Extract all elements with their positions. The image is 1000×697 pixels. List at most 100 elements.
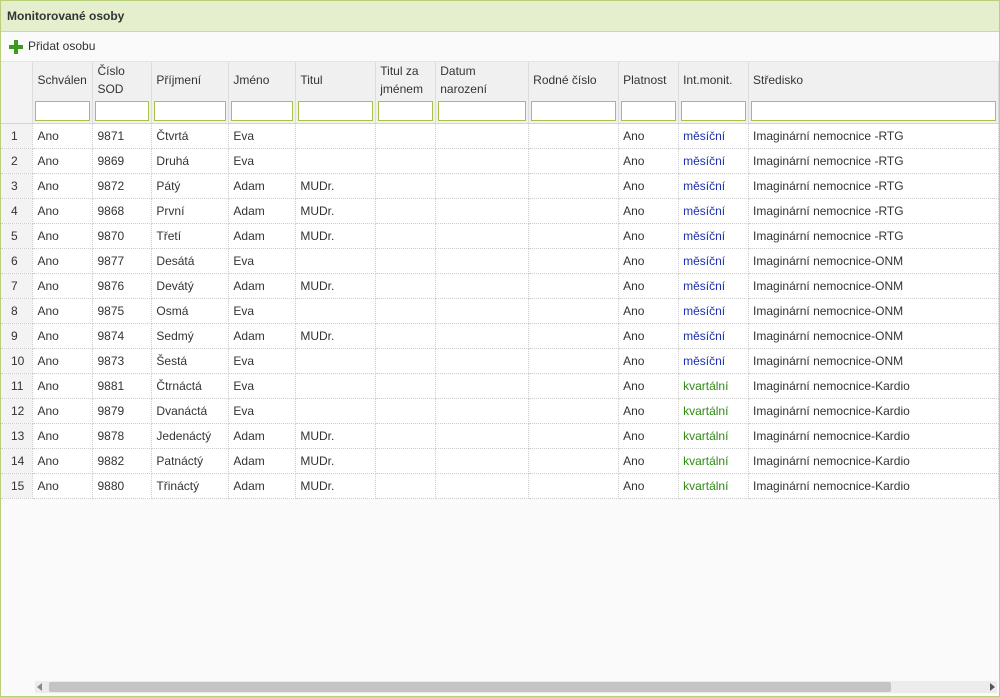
table-row[interactable]: 13 Ano 9878 Jedenáctý Adam MUDr. Ano kvartální I… bbox=[1, 423, 999, 449]
scroll-left-icon[interactable] bbox=[37, 683, 42, 691]
filter-approved-input[interactable] bbox=[35, 100, 91, 121]
table-row[interactable]: 12 Ano 9879 Dvanáctá Eva Ano kvartální Imaginár… bbox=[1, 398, 999, 424]
table-row[interactable]: 14 Ano 9882 Patnáctý Adam MUDr. Ano kvartální Im… bbox=[1, 448, 999, 474]
surname-cell: Třináctý bbox=[151, 473, 230, 499]
center-cell: Imaginární nemocnice-Kardio bbox=[748, 473, 999, 499]
center-cell: Imaginární nemocnice-Kardio bbox=[748, 423, 999, 449]
birthdate-cell bbox=[435, 298, 530, 324]
filter-cell bbox=[228, 98, 297, 124]
birthdate-cell bbox=[435, 348, 530, 374]
filter-sod-input[interactable] bbox=[95, 100, 150, 121]
validity-cell: Ano bbox=[618, 248, 680, 274]
birth-number-cell bbox=[528, 423, 620, 449]
horizontal-scrollbar[interactable] bbox=[35, 681, 997, 693]
sod-cell: 9880 bbox=[92, 473, 153, 499]
table-row[interactable]: 9 Ano 9874 Sedmý Adam MUDr. Ano měsíční Imaginár… bbox=[1, 323, 999, 349]
table-row[interactable]: 1 Ano 9871 Čtvrtá Eva Ano měsíční Imaginární ne… bbox=[1, 123, 999, 149]
filter-interval-input[interactable] bbox=[681, 100, 747, 121]
table-row[interactable]: 3 Ano 9872 Pátý Adam MUDr. Ano měsíční Imaginárn… bbox=[1, 173, 999, 199]
column-header[interactable]: Titul bbox=[295, 62, 377, 98]
center-cell: Imaginární nemocnice -RTG bbox=[748, 173, 999, 199]
birth-number-cell bbox=[528, 123, 620, 149]
filter-cell bbox=[528, 98, 620, 124]
birth-number-cell bbox=[528, 198, 620, 224]
column-header[interactable]: Datum narození bbox=[435, 62, 530, 98]
sod-cell: 9870 bbox=[92, 223, 153, 249]
filter-surname-input[interactable] bbox=[154, 100, 227, 121]
surname-cell: Čtrnáctá bbox=[151, 373, 230, 399]
persons-grid: Schválen Číslo SOD Příjmení Jméno Titul … bbox=[1, 62, 999, 680]
filter-title-after-input[interactable] bbox=[378, 100, 434, 121]
name-cell: Adam bbox=[228, 198, 297, 224]
interval-cell: měsíční bbox=[678, 123, 750, 149]
title-cell: MUDr. bbox=[295, 448, 377, 474]
table-row[interactable]: 15 Ano 9880 Třináctý Adam MUDr. Ano kvartální Im… bbox=[1, 473, 999, 499]
column-header[interactable]: Jméno bbox=[228, 62, 297, 98]
add-person-button[interactable]: Přidat osobu bbox=[9, 32, 95, 61]
filter-birthdate-input[interactable] bbox=[438, 100, 527, 121]
birthdate-cell bbox=[435, 323, 530, 349]
table-row[interactable]: 4 Ano 9868 První Adam MUDr. Ano měsíční Imaginár… bbox=[1, 198, 999, 224]
center-cell: Imaginární nemocnice -RTG bbox=[748, 148, 999, 174]
approved-cell: Ano bbox=[32, 473, 94, 499]
filter-cell bbox=[151, 98, 230, 124]
name-cell: Eva bbox=[228, 298, 297, 324]
column-header[interactable]: Číslo SOD bbox=[92, 62, 153, 98]
filter-validity-input[interactable] bbox=[621, 100, 677, 121]
column-header[interactable]: Středisko bbox=[748, 62, 999, 98]
name-cell: Adam bbox=[228, 223, 297, 249]
surname-cell: Osmá bbox=[151, 298, 230, 324]
surname-cell: Třetí bbox=[151, 223, 230, 249]
column-header[interactable]: Rodné číslo bbox=[528, 62, 620, 98]
row-number: 3 bbox=[1, 173, 34, 199]
center-cell: Imaginární nemocnice-Kardio bbox=[748, 373, 999, 399]
column-header[interactable]: Schválen bbox=[32, 62, 94, 98]
table-row[interactable]: 10 Ano 9873 Šestá Eva Ano měsíční Imaginární ne… bbox=[1, 348, 999, 374]
table-row[interactable]: 2 Ano 9869 Druhá Eva Ano měsíční Imaginární nem… bbox=[1, 148, 999, 174]
title-cell bbox=[295, 123, 377, 149]
row-number: 1 bbox=[1, 123, 34, 149]
birthdate-cell bbox=[435, 473, 530, 499]
approved-cell: Ano bbox=[32, 423, 94, 449]
sod-cell: 9873 bbox=[92, 348, 153, 374]
center-cell: Imaginární nemocnice-Kardio bbox=[748, 398, 999, 424]
filter-birth-number-input[interactable] bbox=[531, 100, 617, 121]
validity-cell: Ano bbox=[618, 373, 680, 399]
rownum-filter-cell bbox=[1, 98, 34, 124]
title-cell bbox=[295, 373, 377, 399]
table-row[interactable]: 6 Ano 9877 Desátá Eva Ano měsíční Imaginární ne… bbox=[1, 248, 999, 274]
column-header[interactable]: Příjmení bbox=[151, 62, 230, 98]
birth-number-cell bbox=[528, 373, 620, 399]
column-header[interactable]: Titul za jménem bbox=[375, 62, 437, 98]
scroll-right-icon[interactable] bbox=[990, 683, 995, 691]
filter-center-input[interactable] bbox=[751, 100, 996, 121]
birthdate-cell bbox=[435, 173, 530, 199]
table-row[interactable]: 5 Ano 9870 Třetí Adam MUDr. Ano měsíční Imaginár… bbox=[1, 223, 999, 249]
table-body: 1 Ano 9871 Čtvrtá Eva Ano měsíční Imaginární ne… bbox=[1, 123, 999, 499]
column-header[interactable]: Int.monit. bbox=[678, 62, 750, 98]
plus-icon bbox=[9, 39, 23, 54]
approved-cell: Ano bbox=[32, 323, 94, 349]
approved-cell: Ano bbox=[32, 373, 94, 399]
birth-number-cell bbox=[528, 473, 620, 499]
title-after-cell bbox=[375, 148, 437, 174]
table-row[interactable]: 7 Ano 9876 Devátý Adam MUDr. Ano měsíční Imaginá… bbox=[1, 273, 999, 299]
title-cell bbox=[295, 248, 377, 274]
filter-name-input[interactable] bbox=[231, 100, 294, 121]
filter-cell bbox=[295, 98, 377, 124]
center-cell: Imaginární nemocnice -RTG bbox=[748, 198, 999, 224]
scrollbar-thumb[interactable] bbox=[49, 682, 891, 692]
table-row[interactable]: 8 Ano 9875 Osmá Eva Ano měsíční Imaginární nemo… bbox=[1, 298, 999, 324]
surname-cell: Druhá bbox=[151, 148, 230, 174]
title-after-cell bbox=[375, 273, 437, 299]
validity-cell: Ano bbox=[618, 173, 680, 199]
row-number: 12 bbox=[1, 398, 34, 424]
surname-cell: Šestá bbox=[151, 348, 230, 374]
birthdate-cell bbox=[435, 373, 530, 399]
column-header[interactable]: Platnost bbox=[618, 62, 680, 98]
title-after-cell bbox=[375, 248, 437, 274]
table-row[interactable]: 11 Ano 9881 Čtrnáctá Eva Ano kvartální Imaginár… bbox=[1, 373, 999, 399]
title-after-cell bbox=[375, 348, 437, 374]
sod-cell: 9881 bbox=[92, 373, 153, 399]
filter-title-input[interactable] bbox=[298, 100, 374, 121]
